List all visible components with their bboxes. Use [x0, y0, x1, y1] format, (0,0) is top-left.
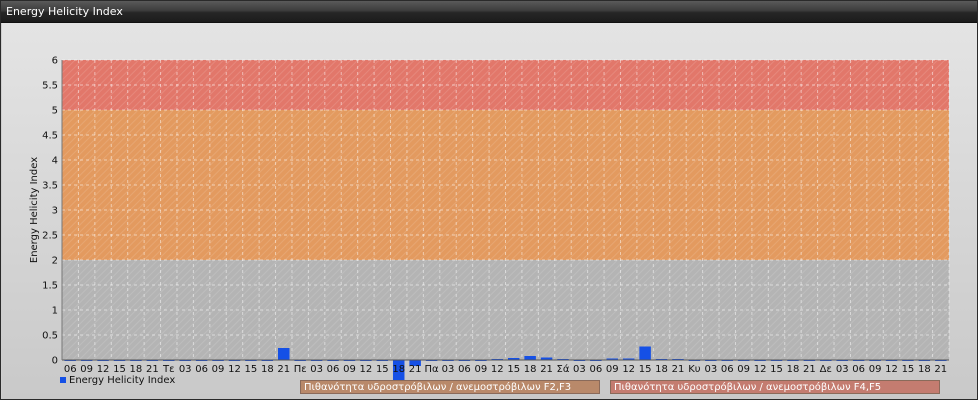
x-tick-label: 09 [80, 364, 93, 375]
x-tick-label: 15 [507, 364, 520, 375]
y-tick-label: 6 [52, 56, 58, 67]
x-tick-label: 15 [113, 364, 126, 375]
x-tick-label: 15 [639, 364, 652, 375]
x-tick-label: 09 [737, 364, 750, 375]
y-tick-label: 1.5 [42, 281, 58, 292]
x-tick-label: 18 [787, 364, 800, 375]
legend-item-helicity[interactable]: Energy Helicity Index [60, 375, 175, 386]
x-tick-label: 15 [245, 364, 258, 375]
x-tick-label: 12 [491, 364, 504, 375]
band-label-f2f3: Πιθανότητα υδροστρόβιλων / ανεμοστρόβιλω… [300, 380, 600, 394]
band-label-f4f5: Πιθανότητα υδροστρόβιλων / ανεμοστρόβιλω… [610, 380, 940, 394]
x-tick-label: 03 [310, 364, 323, 375]
legend-label: Energy Helicity Index [69, 375, 176, 386]
x-tick-label: 09 [343, 364, 356, 375]
x-tick-label: Πε [294, 364, 307, 375]
x-tick-label: Κυ [688, 364, 701, 375]
y-tick-label: 3 [52, 206, 58, 217]
x-tick-label: 12 [228, 364, 241, 375]
x-tick-label: 18 [130, 364, 143, 375]
x-tick-label: 21 [540, 364, 553, 375]
x-tick-label: 09 [869, 364, 882, 375]
x-tick-label: 12 [754, 364, 767, 375]
x-tick-label: 06 [589, 364, 602, 375]
x-tick-label: Δε [820, 364, 832, 375]
x-tick-label: Τε [162, 364, 175, 375]
x-tick-label: 21 [409, 364, 422, 375]
bar [524, 356, 536, 360]
x-tick-label: 06 [195, 364, 208, 375]
y-tick-label: 5.5 [42, 81, 58, 92]
x-tick-label: 06 [327, 364, 340, 375]
x-tick-label: 21 [146, 364, 159, 375]
x-tick-label: 12 [622, 364, 635, 375]
x-tick-label: 03 [836, 364, 849, 375]
x-tick-label: 21 [672, 364, 685, 375]
y-tick-label: 4 [52, 156, 58, 167]
x-tick-label: 06 [458, 364, 471, 375]
x-tick-label: Πα [425, 364, 440, 375]
x-tick-label: 15 [770, 364, 783, 375]
x-tick-label: 18 [392, 364, 405, 375]
bar [278, 348, 290, 360]
x-tick-label: 21 [803, 364, 816, 375]
x-tick-label: 18 [918, 364, 931, 375]
y-tick-label: 4.5 [42, 131, 58, 142]
x-tick-label: 15 [902, 364, 915, 375]
y-tick-label: 0 [52, 356, 58, 367]
y-tick-label: 5 [52, 106, 58, 117]
legend-swatch [60, 377, 66, 383]
y-tick-label: 2 [52, 256, 58, 267]
y-tick-label: 3.5 [42, 181, 58, 192]
x-tick-label: 06 [721, 364, 734, 375]
x-tick-label: 18 [524, 364, 537, 375]
x-tick-label: 12 [97, 364, 110, 375]
y-tick-label: 1 [52, 306, 58, 317]
x-tick-label: 03 [573, 364, 586, 375]
y-tick-label: 2.5 [42, 231, 58, 242]
x-tick-label: 09 [474, 364, 487, 375]
y-tick-label: 0.5 [42, 331, 58, 342]
x-tick-label: 18 [261, 364, 274, 375]
x-tick-label: 03 [179, 364, 192, 375]
x-tick-label: Σά [557, 363, 570, 375]
x-tick-label: 06 [64, 364, 77, 375]
x-tick-label: 09 [606, 364, 619, 375]
x-tick-label: 06 [852, 364, 865, 375]
x-tick-label: 12 [360, 364, 373, 375]
y-axis-title: Energy Helicity Index [29, 157, 40, 263]
x-tick-label: 03 [704, 364, 717, 375]
bar [639, 346, 651, 360]
x-tick-label: 09 [212, 364, 225, 375]
x-tick-label: 12 [885, 364, 898, 375]
x-tick-label: 15 [376, 364, 389, 375]
x-tick-label: 21 [934, 364, 947, 375]
helicity-chart: 00.511.522.533.544.555.5606 09 12 15 18 21 Τε 0… [29, 56, 950, 385]
x-tick-label: 18 [655, 364, 668, 375]
x-tick-label: 03 [442, 364, 455, 375]
x-tick-label: 21 [277, 364, 290, 375]
